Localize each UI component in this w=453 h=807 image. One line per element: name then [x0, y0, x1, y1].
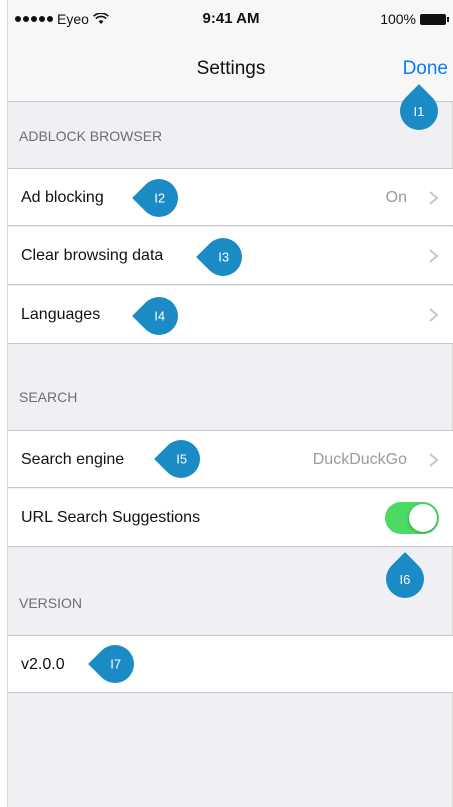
- version-row: v2.0.0: [8, 635, 453, 693]
- battery-info: 100%: [380, 11, 449, 27]
- row-label: URL Search Suggestions: [21, 509, 201, 526]
- row-label: Ad blocking: [21, 189, 104, 206]
- chevron-right-icon: [429, 191, 439, 205]
- status-bar: Eyeo 9:41 AM 100%: [8, 0, 453, 36]
- search-engine-row[interactable]: Search engine DuckDuckGo: [8, 430, 453, 488]
- settings-screen: Eyeo 9:41 AM 100% Settings Done ADBLOCK …: [7, 0, 453, 807]
- done-button[interactable]: Done: [403, 58, 448, 80]
- battery-percent: 100%: [380, 11, 416, 27]
- row-detail-value: On: [385, 189, 407, 206]
- toggle-knob: [409, 504, 437, 532]
- ad-blocking-row[interactable]: Ad blocking On: [8, 168, 453, 226]
- navigation-bar: Settings Done: [8, 36, 453, 102]
- section-header-adblock: ADBLOCK BROWSER: [19, 128, 163, 144]
- version-label: v2.0.0: [21, 656, 65, 673]
- chevron-right-icon: [429, 308, 439, 322]
- chevron-right-icon: [429, 249, 439, 263]
- url-suggestions-toggle[interactable]: [385, 502, 439, 534]
- section-header-search: SEARCH: [19, 389, 78, 405]
- section-header-version: VERSION: [19, 595, 83, 611]
- page-title: Settings: [196, 58, 266, 79]
- row-label: Clear browsing data: [21, 247, 164, 264]
- battery-icon: [420, 13, 449, 25]
- url-search-suggestions-row: URL Search Suggestions: [8, 489, 453, 547]
- row-detail-value: DuckDuckGo: [312, 451, 407, 468]
- chevron-right-icon: [429, 453, 439, 467]
- row-label: Languages: [21, 306, 101, 323]
- row-label: Search engine: [21, 451, 125, 468]
- languages-row[interactable]: Languages: [8, 286, 453, 344]
